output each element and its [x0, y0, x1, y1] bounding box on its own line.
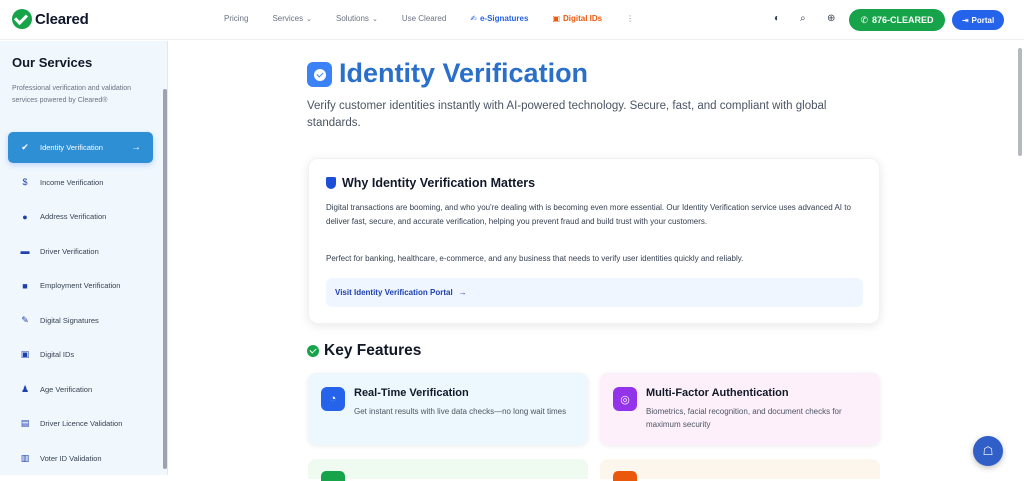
globe-icon[interactable]: ⊕ — [827, 13, 835, 24]
sidebar-item[interactable]: ✎ Digital Signatures — [8, 305, 153, 336]
feature-icon — [613, 471, 637, 481]
feature-card-mfa: ◎ Multi-Factor Authentication Biometrics… — [600, 373, 880, 445]
nav-esignatures-label: e-Signatures — [479, 14, 529, 23]
phone-button-label: 876-CLEARED — [872, 15, 934, 25]
page-subtitle: Verify customer identities instantly wit… — [307, 100, 827, 129]
feature-card-partial — [308, 459, 588, 481]
nav-solutions-label: Solutions — [336, 14, 369, 23]
phone-icon: ✆ — [860, 14, 869, 25]
nav-digital-ids-label: Digital IDs — [563, 14, 603, 23]
chevron-down-icon: ⌄ — [306, 15, 313, 23]
why-card-paragraph-2: Perfect for banking, healthcare, e-comme… — [326, 254, 744, 263]
phone-button[interactable]: ✆ 876-CLEARED — [849, 9, 945, 31]
sidebar-scrollbar[interactable] — [163, 89, 167, 469]
check-circle-icon — [307, 345, 319, 357]
why-card-paragraph: Digital transactions are booming, and wh… — [326, 203, 851, 226]
gauge-icon: ◔ — [321, 387, 345, 411]
badge-check-icon: ✔ — [21, 142, 29, 152]
search-icon[interactable]: ⌕ — [800, 13, 806, 24]
sidebar-item[interactable]: ▬ Driver Verification — [8, 236, 153, 267]
sidebar-item[interactable]: ▤ Driver Licence Validation — [8, 408, 153, 439]
nav-esignatures[interactable]: ✍ e-Signatures — [470, 14, 528, 23]
voter-icon: ▥ — [20, 452, 30, 463]
feature-title: Multi-Factor Authentication — [646, 387, 789, 399]
sidebar-description: Professional verification and validation… — [12, 85, 132, 104]
nav-services-label: Services — [272, 14, 304, 23]
sidebar-item-label: Identity Verification — [40, 143, 103, 152]
sidebar-item-label: Digital Signatures — [40, 315, 99, 325]
map-pin-icon: ● — [22, 211, 28, 222]
dollar-icon: $ — [22, 177, 28, 187]
sidebar-item[interactable]: $ Income Verification — [8, 167, 153, 198]
arrow-right-icon: → — [131, 142, 141, 153]
sidebar-item[interactable]: ● Address Verification — [8, 201, 153, 232]
feature-icon — [321, 471, 345, 481]
key-features-title: Key Features — [324, 342, 422, 359]
nav-use-cleared[interactable]: Use Cleared — [402, 14, 446, 23]
sidebar-item-label: Employment Verification — [40, 281, 121, 290]
nav-services[interactable]: Services ⌄ — [272, 14, 312, 23]
sidebar-item[interactable]: ♟ Age Verification — [8, 374, 153, 405]
feature-card-real-time: ◔ Real-Time Verification Get instant res… — [308, 373, 588, 445]
nav-solutions[interactable]: Solutions ⌄ — [336, 14, 378, 23]
feature-description: Biometrics, facial recognition, and docu… — [646, 407, 842, 429]
sidebar-item[interactable]: ✔ Identity Verification → — [8, 132, 153, 163]
nav-pricing[interactable]: Pricing — [224, 14, 248, 23]
feature-card-partial — [600, 459, 880, 481]
sidebar-item-label: Address Verification — [40, 212, 107, 221]
portal-button[interactable]: ⇥ Portal — [952, 10, 1004, 30]
person-icon: ♟ — [20, 383, 30, 394]
why-card-heading: Why Identity Verification Matters — [326, 176, 535, 190]
page-scrollbar[interactable] — [1018, 48, 1022, 156]
brand-logo[interactable]: Cleared — [12, 9, 89, 29]
feature-description: Get instant results with live data check… — [354, 407, 567, 416]
page-title: Identity Verification — [339, 58, 589, 88]
more-menu-icon[interactable]: ⋮ — [626, 14, 634, 23]
sidebar-item-label: Age Verification — [40, 384, 93, 394]
sidebar-item-label: Income Verification — [40, 177, 104, 187]
license-icon: ▤ — [20, 418, 30, 428]
nav-pricing-label: Pricing — [224, 14, 249, 23]
visit-portal-link[interactable]: Visit Identity Verification Portal → — [326, 278, 863, 307]
sidebar-item[interactable]: ▥ Voter ID Validation — [8, 443, 153, 474]
arrow-right-icon: → — [458, 288, 467, 297]
sidebar-item[interactable]: ■ Employment Verification — [8, 270, 153, 301]
sidebar-item-label: Digital IDs — [40, 350, 75, 359]
chat-bot-icon[interactable]: ☖ — [973, 436, 1003, 466]
id-card-icon: ▣ — [20, 349, 30, 359]
briefcase-icon: ■ — [22, 280, 28, 291]
briefcase-icon: ▣ — [552, 14, 561, 23]
nav-digital-ids[interactable]: ▣ Digital IDs — [552, 14, 602, 23]
fingerprint-icon: ◎ — [613, 387, 637, 411]
brand-name: Cleared — [35, 10, 89, 28]
feature-title: Real-Time Verification — [354, 387, 469, 399]
pen-icon: ✎ — [21, 314, 29, 325]
chevron-down-icon: ⌄ — [371, 15, 378, 23]
main-nav: Pricing Services ⌄ Solutions ⌄ Use Cleared… — [224, 14, 658, 23]
nav-use-cleared-label: Use Cleared — [401, 14, 447, 23]
key-features-heading: Key Features — [307, 342, 421, 360]
sidebar-title: Our Services — [12, 55, 93, 70]
portal-button-label: Portal — [971, 15, 995, 25]
sidebar-item-label: Driver Licence Validation — [40, 419, 123, 428]
why-card-title: Why Identity Verification Matters — [342, 176, 536, 190]
logo-check-icon — [12, 9, 32, 29]
signature-icon: ✍ — [470, 14, 477, 23]
top-navigation-bar: Cleared Pricing Services ⌄ Solutions ⌄ Use… — [0, 0, 1024, 40]
login-icon: ⇥ — [961, 15, 969, 25]
car-icon: ▬ — [20, 246, 30, 256]
verified-badge-icon — [307, 62, 332, 87]
sidebar-item-label: Voter ID Validation — [40, 453, 102, 463]
why-verification-card: Why Identity Verification Matters Digita… — [308, 158, 880, 324]
visit-portal-label: Visit Identity Verification Portal — [335, 288, 453, 297]
contrast-icon[interactable]: ◐ — [774, 13, 780, 24]
sidebar-item[interactable]: ▣ Digital IDs — [8, 339, 153, 370]
sidebar-item-label: Driver Verification — [40, 246, 99, 256]
services-sidebar: Our Services Professional verification a… — [0, 41, 168, 475]
shield-icon — [326, 177, 336, 189]
